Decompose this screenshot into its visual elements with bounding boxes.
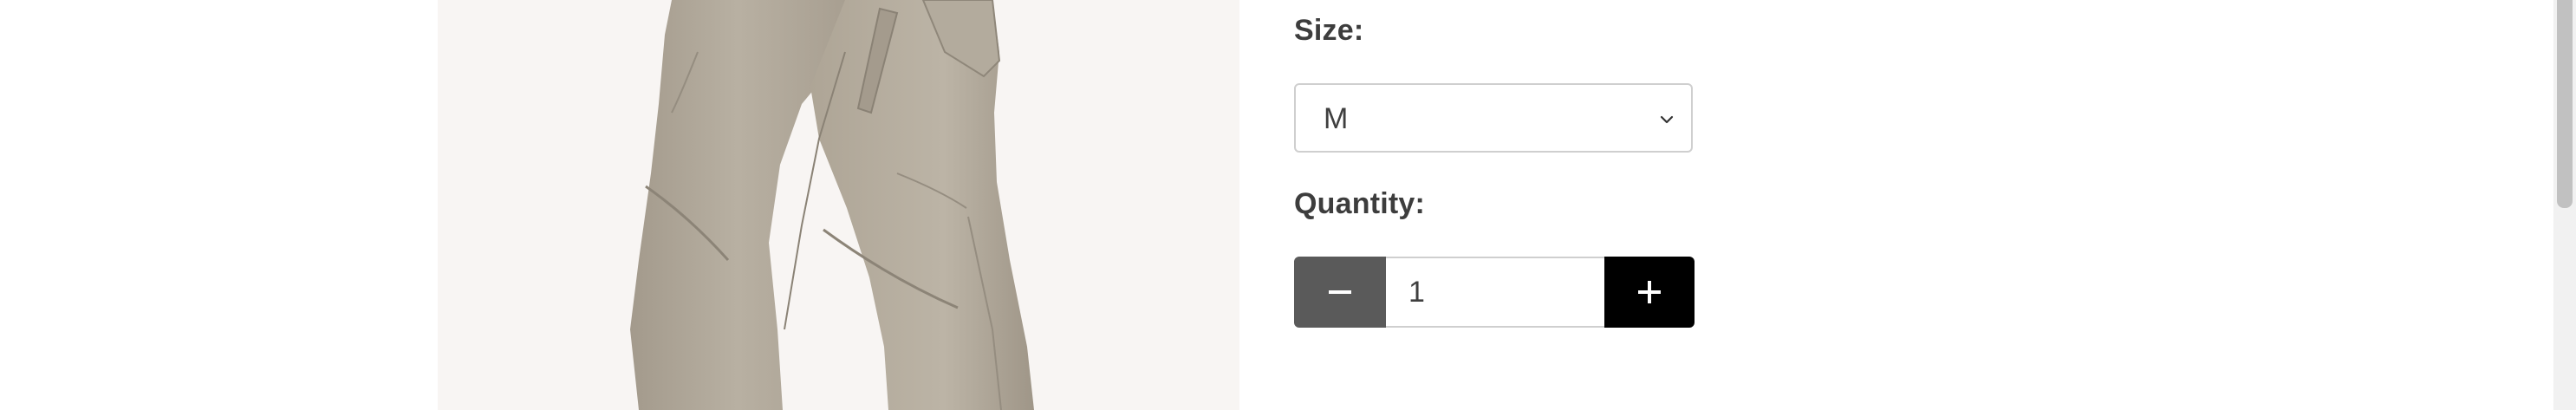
size-select[interactable]: M [1294,83,1693,153]
scrollbar-thumb[interactable] [2557,0,2573,208]
decrement-button[interactable] [1294,257,1386,328]
quantity-value: 1 [1408,276,1425,309]
minus-icon [1329,290,1351,294]
quantity-stepper: 1 [1294,257,1695,328]
quantity-input[interactable]: 1 [1386,257,1604,328]
plus-icon [1638,281,1661,303]
product-page: Size: M Quantity: 1 [0,0,2576,410]
cargo-pants-illustration [630,0,1034,410]
increment-button[interactable] [1604,257,1695,328]
product-image [438,0,1239,410]
product-options: Size: M Quantity: 1 [1294,0,1727,410]
size-selected-value: M [1324,102,1349,135]
size-label: Size: [1294,14,1364,47]
chevron-down-icon [1660,115,1674,124]
page-scrollbar[interactable] [2553,0,2576,410]
quantity-label: Quantity: [1294,187,1426,220]
